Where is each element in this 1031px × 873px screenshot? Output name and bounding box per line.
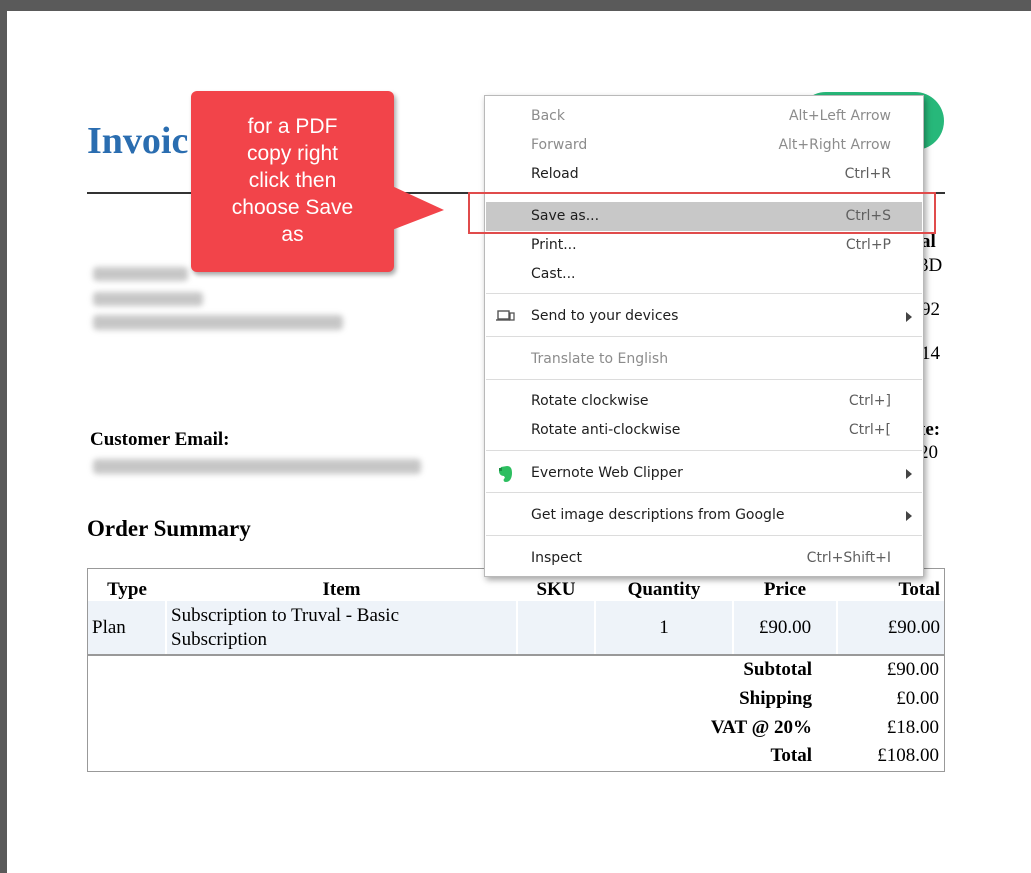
menu-item-label: Inspect (531, 550, 582, 566)
submenu-arrow-icon (906, 469, 912, 479)
cell-price: £90.00 (733, 601, 838, 656)
menu-separator (486, 379, 922, 380)
callout-text: for a PDF copy right click then choose S… (191, 113, 394, 248)
blurred-address-line (93, 292, 203, 306)
menu-item-shortcut: Alt+Left Arrow (788, 108, 891, 124)
save-as-highlight-box (468, 192, 936, 234)
cell-total: £90.00 (837, 601, 945, 656)
shipping-value: £0.00 (896, 688, 939, 709)
menu-item-label: Rotate clockwise (531, 393, 649, 409)
menu-item-shortcut: Ctrl+] (848, 393, 891, 409)
callout-line: for a PDF (247, 115, 338, 138)
menu-separator (486, 293, 922, 294)
order-summary-heading: Order Summary (87, 516, 251, 541)
menu-item-label: Cast... (531, 266, 576, 282)
subtotal-value: £90.00 (886, 659, 939, 680)
menu-item-send-to-devices[interactable]: Send to your devices (486, 302, 922, 331)
cell-quantity: 1 (595, 601, 734, 656)
menu-item-label: Evernote Web Clipper (531, 465, 683, 481)
menu-item-shortcut: Ctrl+[ (848, 422, 891, 438)
callout-line: as (281, 223, 304, 246)
cell-item: Subscription to Truval - Basic Subscript… (166, 601, 518, 656)
menu-item-label: Forward (531, 137, 588, 153)
evernote-icon (496, 464, 516, 482)
submenu-arrow-icon (906, 511, 912, 521)
shipping-label: Shipping (739, 688, 812, 709)
vat-value: £18.00 (886, 717, 939, 738)
order-table: Type Item SKU Quantity Price Total Plan … (87, 568, 945, 656)
column-header: Item (322, 579, 361, 600)
blurred-name (93, 267, 188, 281)
menu-item-label: Rotate anti-clockwise (531, 422, 681, 438)
total-value: £108.00 (877, 745, 939, 766)
menu-item-image-descriptions[interactable]: Get image descriptions from Google (486, 501, 922, 530)
menu-item-label: Print... (531, 237, 577, 253)
cell-type: Plan (87, 601, 167, 656)
menu-item-shortcut: Ctrl+R (844, 166, 891, 182)
menu-item-inspect[interactable]: Inspect Ctrl+Shift+I (486, 544, 922, 573)
column-header: Type (107, 579, 147, 600)
callout-line: copy right (246, 142, 339, 165)
submenu-arrow-icon (906, 312, 912, 322)
menu-item-forward[interactable]: Forward Alt+Right Arrow (486, 131, 922, 160)
context-menu: Back Alt+Left Arrow Forward Alt+Right Ar… (484, 95, 924, 577)
customer-email-label: Customer Email: (90, 429, 230, 450)
menu-item-shortcut: Ctrl+Shift+I (806, 550, 891, 566)
subtotal-label: Subtotal (743, 659, 812, 680)
menu-item-cast[interactable]: Cast... (486, 260, 922, 289)
menu-item-shortcut: Ctrl+P (845, 237, 891, 253)
menu-item-label: Send to your devices (531, 308, 679, 324)
blurred-email (93, 459, 421, 474)
menu-item-evernote[interactable]: Evernote Web Clipper (486, 459, 922, 488)
blurred-address-line (93, 315, 343, 330)
menu-separator (486, 450, 922, 451)
invoice-title: Invoic (87, 120, 189, 162)
menu-separator (486, 336, 922, 337)
cell-sku (517, 601, 596, 656)
menu-item-reload[interactable]: Reload Ctrl+R (486, 160, 922, 189)
devices-icon (496, 307, 516, 325)
menu-item-label: Translate to English (531, 351, 669, 367)
menu-item-rotate-clockwise[interactable]: Rotate clockwise Ctrl+] (486, 387, 922, 416)
annotation-callout: for a PDF copy right click then choose S… (191, 91, 394, 272)
menu-separator (486, 492, 922, 493)
menu-item-label: Reload (531, 166, 579, 182)
menu-separator (486, 535, 922, 536)
menu-item-shortcut: Alt+Right Arrow (778, 137, 891, 153)
total-label: Total (770, 745, 812, 766)
menu-item-rotate-anticlockwise[interactable]: Rotate anti-clockwise Ctrl+[ (486, 416, 922, 445)
vat-label: VAT @ 20% (710, 717, 812, 738)
table-row: Plan Subscription to Truval - Basic Subs… (87, 601, 945, 656)
menu-item-translate[interactable]: Translate to English (486, 345, 922, 374)
menu-item-back[interactable]: Back Alt+Left Arrow (486, 102, 922, 131)
menu-item-label: Back (531, 108, 565, 124)
callout-line: click then (248, 169, 337, 192)
menu-item-print[interactable]: Print... Ctrl+P (486, 231, 922, 260)
menu-item-label: Get image descriptions from Google (531, 507, 785, 523)
totals-box: Subtotal £90.00 Shipping £0.00 VAT @ 20%… (87, 654, 945, 772)
callout-pointer (392, 186, 444, 230)
callout-line: choose Save (231, 196, 354, 219)
